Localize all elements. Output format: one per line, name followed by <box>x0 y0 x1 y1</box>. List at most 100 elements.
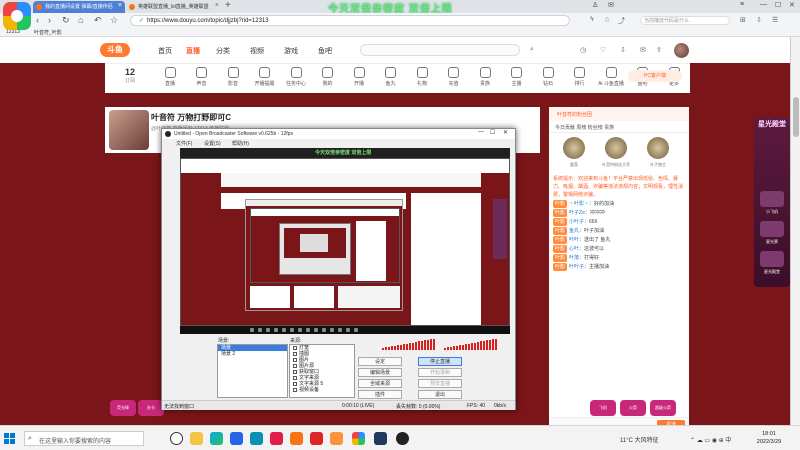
close-window-icon[interactable]: ✕ <box>789 1 795 9</box>
settings-button[interactable]: 设定 <box>358 357 402 366</box>
back-icon[interactable]: ‹ <box>36 15 39 25</box>
rank-avatar[interactable] <box>647 137 669 159</box>
forward-icon[interactable]: › <box>48 15 51 25</box>
source-checkbox[interactable] <box>293 382 297 386</box>
obs-window[interactable]: Untitled - Open Broadcaster Software v0.… <box>161 128 516 410</box>
chat-nickname[interactable]: 小叶子 <box>569 219 584 225</box>
promo-item[interactable] <box>760 251 784 267</box>
download-app-icon[interactable]: ⇩ <box>620 46 626 54</box>
category-item[interactable]: 主播 <box>500 67 534 87</box>
chat-nickname[interactable]: 丶叶影丶 <box>569 201 589 207</box>
page-scrollbar[interactable] <box>790 37 800 425</box>
rank-avatar[interactable] <box>605 137 627 159</box>
follow-icon[interactable]: ♡ <box>600 46 606 54</box>
edge-icon[interactable] <box>210 432 223 445</box>
douyu-search-input[interactable] <box>360 44 520 56</box>
category-item[interactable]: 排行 <box>563 67 597 87</box>
source-checkbox[interactable] <box>293 370 297 374</box>
store-icon[interactable] <box>230 432 243 445</box>
chat-input-bar[interactable]: 发送 <box>549 417 689 425</box>
source-item[interactable]: 视频设备 <box>290 387 354 393</box>
stop-stream-button[interactable]: 停止直播 <box>418 357 462 366</box>
url-input[interactable]: ✓ https://www.douyu.com/topic/djjzbj?rid=… <box>130 15 570 26</box>
browser-search-input[interactable]: 当前播放代码是什么 <box>640 16 730 25</box>
category-item[interactable]: 开播提醒 <box>248 67 282 87</box>
rank-avatar[interactable] <box>563 137 585 159</box>
star-icon[interactable]: ☆ <box>110 15 118 26</box>
scenes-list[interactable]: 场景 场景 2 <box>217 344 288 398</box>
category-item[interactable]: 直播 <box>153 67 187 87</box>
gift-button[interactable]: 飞机 <box>590 400 616 416</box>
menu-icon[interactable]: ≡ <box>740 1 744 8</box>
category-item[interactable]: 声音 <box>185 67 219 87</box>
close-tab-icon[interactable]: × <box>118 2 122 9</box>
mail-icon[interactable] <box>250 432 263 445</box>
tray-icons[interactable]: ⌃ ☁ ▭ ◉ ⊕ 中 <box>690 435 731 444</box>
music-icon[interactable] <box>270 432 283 445</box>
taskbar-search-input[interactable]: ⌕ 在这里输入你要搜索的内容 <box>24 431 144 446</box>
category-item[interactable]: 贵族 <box>468 67 502 87</box>
side-promo-banner[interactable]: 星光殿堂 小飞机 星光票 星光殿堂 <box>754 117 790 287</box>
lightning-icon[interactable]: ϟ <box>590 16 594 23</box>
upload-icon[interactable]: ⇪ <box>656 46 662 54</box>
source-checkbox[interactable] <box>293 352 297 356</box>
category-item[interactable]: 我的 <box>311 67 345 87</box>
home-icon[interactable]: ⌂ <box>78 15 83 25</box>
chat-nickname[interactable]: 叶落 <box>569 255 579 261</box>
preview-stream-button[interactable]: 预览直播 <box>418 379 462 388</box>
app-icon[interactable] <box>290 432 303 445</box>
gift-button[interactable]: 荧光棒 <box>110 400 136 416</box>
download-icon[interactable]: ⇩ <box>756 16 762 24</box>
streamer-avatar[interactable] <box>109 110 149 150</box>
windows-start-icon[interactable] <box>4 433 15 444</box>
history-icon[interactable]: ◷ <box>580 46 586 54</box>
weather-text[interactable]: 11°C 大风特征 <box>620 435 659 444</box>
exit-button[interactable]: 退出 <box>418 390 462 399</box>
edit-scene-button[interactable]: 编辑场景 <box>358 368 402 377</box>
bookmark-item[interactable]: 叶音符_叶影 <box>34 29 62 36</box>
minimize-icon[interactable]: — <box>760 1 767 8</box>
category-item[interactable]: 任务中心 <box>279 67 313 87</box>
chat-nickname[interactable]: 鱼丸 <box>569 228 579 234</box>
gift-button[interactable]: 超级火箭 <box>650 400 676 416</box>
start-recording-button[interactable]: 开始录制 <box>418 368 462 377</box>
refresh-icon[interactable]: ↻ <box>62 15 70 26</box>
steam-icon[interactable] <box>374 432 387 445</box>
category-item[interactable]: 钻石 <box>531 67 565 87</box>
source-checkbox[interactable] <box>293 358 297 362</box>
settings-icon[interactable]: ☰ <box>772 16 778 24</box>
sources-list[interactable]: 灯笼 插图 图片 图片源 获取窗口 文字来源 文字来源 5 视频设备 <box>289 344 355 398</box>
chat-nickname[interactable]: 叶叶 <box>569 237 579 243</box>
clock[interactable]: 18:01 2022/3/29 <box>748 430 790 446</box>
chat-nickname[interactable]: 叶子Ze <box>569 210 585 216</box>
douyu-logo[interactable]: 斗鱼 <box>100 43 130 57</box>
undo-icon[interactable]: ↶ <box>94 15 102 26</box>
source-checkbox[interactable] <box>293 376 297 380</box>
nav-game[interactable]: 游戏 <box>284 46 298 56</box>
category-item[interactable]: 开播 <box>342 67 376 87</box>
chat-nickname[interactable]: 叶叶子 <box>569 264 584 270</box>
obs-preview[interactable]: 今天双倍亲密度 双倍上限 <box>180 148 510 326</box>
category-item[interactable]: 影音 <box>216 67 250 87</box>
extensions-icon[interactable]: ⊞ <box>740 16 746 24</box>
bookmark-icon[interactable]: ☆ <box>604 16 610 24</box>
task-view-icon[interactable] <box>170 432 183 445</box>
file-explorer-icon[interactable] <box>190 432 203 445</box>
plugins-button[interactable]: 插件 <box>358 390 402 399</box>
search-icon[interactable]: ⌕ <box>530 46 534 54</box>
category-item[interactable]: 礼物 <box>405 67 439 87</box>
browser-taskbar-icon[interactable] <box>352 432 365 445</box>
nav-video[interactable]: 视频 <box>250 46 264 56</box>
menu-help[interactable]: 帮助(H) <box>232 140 249 147</box>
scrollbar-thumb[interactable] <box>793 97 799 137</box>
shirt-icon[interactable]: ♙ <box>592 1 598 9</box>
minimize-icon[interactable]: — <box>478 129 484 135</box>
obs-taskbar-icon[interactable] <box>396 432 409 445</box>
new-tab-button[interactable]: + <box>225 0 231 11</box>
gift-button[interactable]: 火箭 <box>620 400 646 416</box>
nav-category[interactable]: 分类 <box>216 46 230 56</box>
nav-yuba[interactable]: 鱼吧 <box>318 46 332 56</box>
avatar[interactable] <box>674 43 689 58</box>
close-window-icon[interactable]: ✕ <box>503 129 508 136</box>
category-item[interactable]: Ai 斗鱼直播 <box>594 67 628 87</box>
